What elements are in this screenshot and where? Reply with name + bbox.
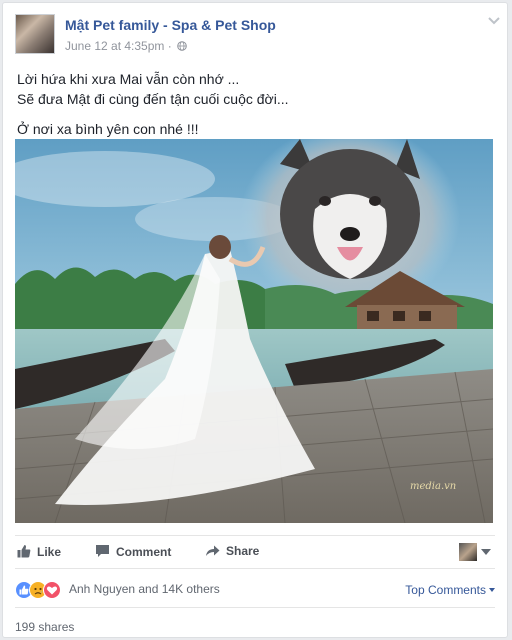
top-comments-label: Top Comments (405, 583, 486, 597)
page-avatar[interactable] (15, 14, 55, 54)
reactions-bar: Anh Nguyen and 14K others Top Comments (15, 573, 495, 608)
post-line: Lời hứa khi xưa Mai vẫn còn nhớ ... (17, 71, 240, 87)
page-name-link[interactable]: Mật Pet family - Spa & Pet Shop (65, 17, 276, 33)
love-reaction-icon (43, 581, 61, 599)
globe-icon (177, 41, 187, 51)
top-comments-dropdown[interactable]: Top Comments (405, 583, 495, 597)
share-as-selector[interactable] (459, 543, 493, 561)
like-label: Like (37, 545, 62, 559)
post-options-chevron-icon[interactable] (487, 16, 501, 26)
post-message: Lời hứa khi xưa Mai vẫn còn nhớ ... Sẽ đ… (17, 69, 487, 139)
post-timestamp[interactable]: June 12 at 4:35pm (65, 39, 164, 53)
caret-down-icon (489, 588, 495, 592)
shares-count-link[interactable]: 199 shares (15, 620, 74, 634)
photo-watermark: media.vn (410, 481, 456, 492)
post-card: Mật Pet family - Spa & Pet Shop June 12 … (2, 2, 508, 638)
post-photo[interactable]: media.vn (15, 139, 493, 523)
comment-label: Comment (116, 545, 172, 559)
post-header: Mật Pet family - Spa & Pet Shop June 12 … (15, 14, 500, 58)
post-actions-bar: Like Comment Share (15, 535, 495, 569)
thumbs-up-icon (17, 545, 31, 558)
post-line: Ở nơi xa bình yên con nhé !!! (17, 121, 199, 137)
share-label: Share (226, 544, 260, 558)
reaction-summary-link[interactable]: Anh Nguyen and 14K others (69, 582, 220, 596)
post-line: Sẽ đưa Mật đi cùng đến tận cuối cuộc đời… (17, 91, 289, 107)
share-button[interactable]: Share (205, 544, 259, 558)
caret-down-icon (481, 549, 491, 555)
share-as-avatar (459, 543, 477, 561)
post-meta: June 12 at 4:35pm · (65, 39, 187, 53)
share-arrow-icon (206, 545, 220, 556)
like-button[interactable]: Like (17, 544, 61, 559)
comment-button[interactable]: Comment (95, 544, 171, 559)
reaction-icons[interactable] (15, 581, 69, 599)
comment-icon (96, 545, 109, 557)
